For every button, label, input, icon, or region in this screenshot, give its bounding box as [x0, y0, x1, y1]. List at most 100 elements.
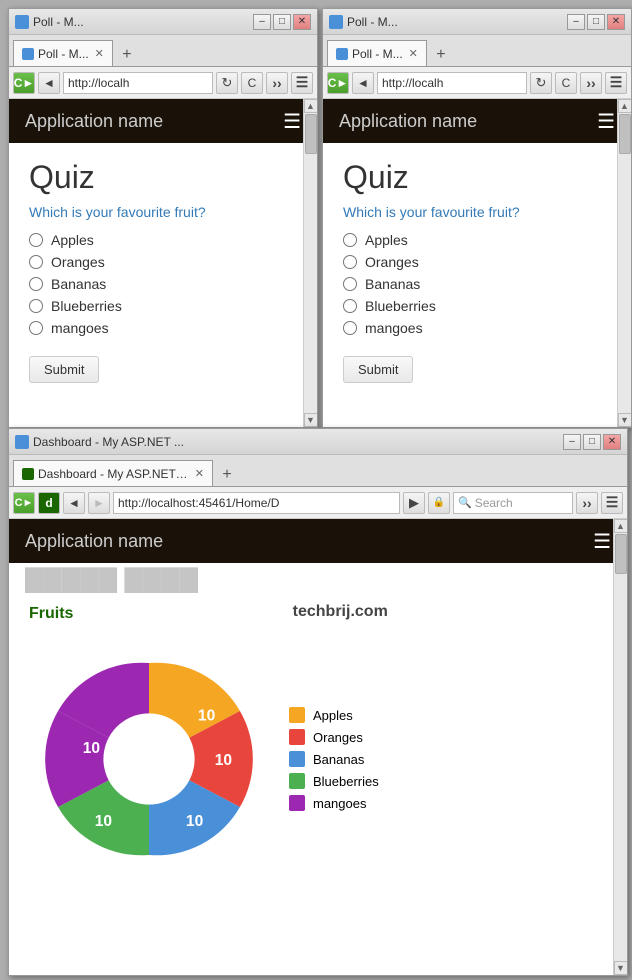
tab-1-active[interactable]: Poll - M... ✕ [13, 40, 113, 66]
cert-btn-3[interactable]: 🔒 [428, 492, 450, 514]
address-field-2[interactable]: http://localh [377, 72, 527, 94]
quiz-option-mangoes-1: mangoes [29, 320, 297, 336]
refresh-btn-3[interactable]: ▶ [403, 492, 425, 514]
chart-area: Fruits techbrij.com [9, 593, 627, 899]
quiz-option-blueberries-1: Blueberries [29, 298, 297, 314]
new-tab-btn-1[interactable]: + [115, 44, 139, 66]
option-label-blueberries-2: Blueberries [365, 298, 436, 314]
radio-bananas-1[interactable] [29, 277, 43, 291]
option-label-bananas-1: Bananas [51, 276, 106, 292]
back-history-1[interactable]: C [241, 72, 263, 94]
legend-label-oranges: Oranges [313, 730, 363, 745]
window-title-2: Poll - M... [329, 15, 398, 29]
radio-oranges-1[interactable] [29, 255, 43, 269]
maximize-btn-2[interactable]: □ [587, 14, 605, 30]
quiz-question-2: Which is your favourite fruit? [343, 204, 611, 220]
legend-color-apples [289, 707, 305, 723]
scroll-down-3[interactable]: ▼ [614, 961, 628, 975]
scroll-track-1 [304, 113, 318, 413]
address-field-1[interactable]: http://localh [63, 72, 213, 94]
back-history-2[interactable]: C [555, 72, 577, 94]
scroll-down-1[interactable]: ▼ [304, 413, 318, 427]
menu-btn-2[interactable]: ☰ [605, 72, 627, 94]
nav-back-1[interactable]: ◄ [38, 72, 60, 94]
label-apples-val: 10 [198, 708, 216, 725]
close-btn-1[interactable]: ✕ [293, 14, 311, 30]
quiz-question-1: Which is your favourite fruit? [29, 204, 297, 220]
tab-close-1[interactable]: ✕ [95, 47, 104, 60]
scrollbar-3[interactable]: ▲ ▼ [613, 519, 627, 975]
radio-mangoes-2[interactable] [343, 321, 357, 335]
maximize-btn-3[interactable]: □ [583, 434, 601, 450]
new-tab-btn-2[interactable]: + [429, 44, 453, 66]
window-title-1: Poll - M... [15, 15, 84, 29]
nav-fwd-3[interactable]: ► [88, 492, 110, 514]
radio-oranges-2[interactable] [343, 255, 357, 269]
quiz-title-2: Quiz [343, 159, 611, 196]
hamburger-icon-2[interactable]: ☰ [597, 109, 615, 134]
radio-apples-1[interactable] [29, 233, 43, 247]
tab-2-active[interactable]: Poll - M... ✕ [327, 40, 427, 66]
minimize-btn-1[interactable]: – [253, 14, 271, 30]
tab-close-3[interactable]: ✕ [195, 467, 204, 480]
back-btn-3[interactable]: C► [13, 492, 35, 514]
scroll-thumb-3[interactable] [615, 534, 627, 574]
back-btn-1[interactable]: C► [13, 72, 35, 94]
scroll-thumb-2[interactable] [619, 114, 631, 154]
menu-btn-1[interactable]: ☰ [291, 72, 313, 94]
app-name-3: Application name [25, 531, 163, 552]
quiz-option-apples-1: Apples [29, 232, 297, 248]
scroll-up-3[interactable]: ▲ [614, 519, 628, 533]
option-label-oranges-1: Oranges [51, 254, 105, 270]
app-navbar-3: Application name ☰ [9, 519, 627, 563]
scrollbar-1[interactable]: ▲ ▼ [303, 99, 317, 427]
close-btn-2[interactable]: ✕ [607, 14, 625, 30]
back-btn-2[interactable]: C► [327, 72, 349, 94]
scroll-up-2[interactable]: ▲ [618, 99, 632, 113]
tab-title-3: Dashboard - My ASP.NET ... [33, 435, 184, 449]
new-tab-btn-3[interactable]: + [215, 464, 239, 486]
minimize-btn-3[interactable]: – [563, 434, 581, 450]
d-icon-3[interactable]: d [38, 492, 60, 514]
close-btn-3[interactable]: ✕ [603, 434, 621, 450]
window-controls-2[interactable]: – □ ✕ [567, 14, 625, 30]
window-controls-1[interactable]: – □ ✕ [253, 14, 311, 30]
window-dashboard: Dashboard - My ASP.NET ... – □ ✕ Dashboa… [8, 428, 628, 976]
radio-apples-2[interactable] [343, 233, 357, 247]
nav-back-2[interactable]: ◄ [352, 72, 374, 94]
radio-bananas-2[interactable] [343, 277, 357, 291]
tab-close-2[interactable]: ✕ [409, 47, 418, 60]
legend-label-blueberries: Blueberries [313, 774, 379, 789]
address-field-3[interactable]: http://localhost:45461/Home/D [113, 492, 400, 514]
refresh-btn-2[interactable]: ↻ [530, 72, 552, 94]
scrollbar-2[interactable]: ▲ ▼ [617, 99, 631, 427]
maximize-btn-1[interactable]: □ [273, 14, 291, 30]
window-controls-3[interactable]: – □ ✕ [563, 434, 621, 450]
hamburger-icon-1[interactable]: ☰ [283, 109, 301, 134]
radio-blueberries-2[interactable] [343, 299, 357, 313]
label-oranges-val: 10 [215, 752, 233, 769]
submit-btn-1[interactable]: Submit [29, 356, 99, 383]
minimize-btn-2[interactable]: – [567, 14, 585, 30]
address-bar-1: C► ◄ http://localh ↻ C ›› ☰ [9, 67, 317, 99]
hamburger-icon-3[interactable]: ☰ [593, 529, 611, 554]
more-btn-1[interactable]: ›› [266, 72, 288, 94]
donut-chart-svg: 10 10 10 10 10 [29, 639, 269, 879]
radio-mangoes-1[interactable] [29, 321, 43, 335]
scroll-down-2[interactable]: ▼ [618, 413, 632, 427]
submit-btn-2[interactable]: Submit [343, 356, 413, 383]
more-btn-2[interactable]: ›› [580, 72, 602, 94]
menu-btn-3[interactable]: ☰ [601, 492, 623, 514]
radio-blueberries-1[interactable] [29, 299, 43, 313]
titlebar-2: Poll - M... – □ ✕ [323, 9, 631, 35]
tab-3-active[interactable]: Dashboard - My ASP.NET ... ✕ [13, 460, 213, 486]
more-btn-3[interactable]: ›› [576, 492, 598, 514]
search-field-3[interactable]: 🔍 Search [453, 492, 573, 514]
refresh-btn-1[interactable]: ↻ [216, 72, 238, 94]
favicon-1 [15, 15, 29, 29]
scroll-up-1[interactable]: ▲ [304, 99, 318, 113]
window-poll-2: Poll - M... – □ ✕ Poll - M... ✕ + C► ◄ h… [322, 8, 632, 428]
nav-back-3[interactable]: ◄ [63, 492, 85, 514]
legend-color-mangoes [289, 795, 305, 811]
scroll-thumb-1[interactable] [305, 114, 317, 154]
